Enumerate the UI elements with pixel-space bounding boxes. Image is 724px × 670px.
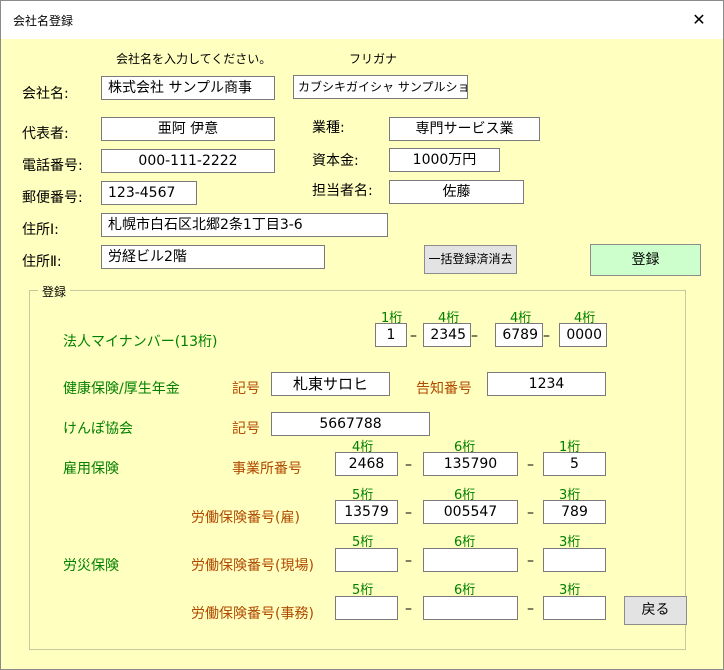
- mynumber-label: 法人マイナンバー(13桁): [63, 334, 218, 350]
- labor-employ-part-3[interactable]: 789: [543, 500, 606, 524]
- dash: –: [527, 457, 534, 473]
- address1-field[interactable]: 札幌市白石区北郷2条1丁目3-6: [101, 213, 388, 237]
- mynumber-part-2[interactable]: 2345: [423, 323, 471, 347]
- industry-field[interactable]: 専門サービス業: [389, 117, 540, 141]
- address1-label: 住所Ⅰ:: [22, 222, 59, 238]
- kenpo-label: けんぽ協会: [63, 421, 133, 437]
- office-labor-part-2[interactable]: [423, 596, 518, 620]
- dash: –: [527, 601, 534, 617]
- representative-field[interactable]: 亜阿 伊意: [101, 117, 275, 141]
- close-icon[interactable]: ✕: [685, 7, 713, 33]
- capital-field[interactable]: 1000万円: [389, 148, 500, 172]
- company-hint: 会社名を入力してください。: [116, 52, 272, 66]
- office-number-part-1[interactable]: 2468: [335, 452, 398, 476]
- address2-label: 住所Ⅱ:: [22, 254, 62, 270]
- company-label: 会社名:: [22, 86, 69, 102]
- dash: –: [405, 505, 412, 521]
- contact-field[interactable]: 佐藤: [389, 180, 524, 204]
- furigana-hint: フリガナ: [349, 52, 398, 66]
- phone-field[interactable]: 000-111-2222: [101, 149, 275, 173]
- title-bar: 会社名登録 ✕: [1, 1, 723, 39]
- industry-label: 業種:: [312, 120, 345, 136]
- labor-employ-label: 労働保険番号(雇): [191, 510, 300, 526]
- address2-field[interactable]: 労経ビル2階: [101, 245, 325, 269]
- register-button[interactable]: 登録: [590, 244, 701, 276]
- site-number-part-2[interactable]: [423, 548, 518, 572]
- company-name-field[interactable]: 株式会社 サンプル商事: [101, 76, 275, 100]
- employment-insurance-label: 雇用保険: [63, 461, 119, 477]
- health-insurance-label: 健康保険/厚生年金: [63, 381, 180, 397]
- site-number-part-3[interactable]: [543, 548, 606, 572]
- window-title: 会社名登録: [13, 14, 74, 28]
- labor-employ-part-2[interactable]: 005547: [423, 500, 518, 524]
- clear-all-button[interactable]: 一括登録済消去: [424, 245, 517, 274]
- health-symbol-field[interactable]: 札東サロヒ: [271, 372, 390, 396]
- office-labor-number-label: 労働保険番号(事務): [191, 606, 314, 622]
- kenpo-symbol-label: 記号: [232, 421, 260, 437]
- dash: –: [527, 505, 534, 521]
- health-symbol-label: 記号: [232, 381, 260, 397]
- dash: –: [527, 553, 534, 569]
- postal-field[interactable]: 123-4567: [101, 181, 197, 205]
- dash: –: [471, 328, 478, 344]
- dash: –: [405, 457, 412, 473]
- mynumber-part-4[interactable]: 0000: [559, 323, 607, 347]
- kenpo-symbol-field[interactable]: 5667788: [271, 412, 430, 436]
- capital-label: 資本金:: [312, 153, 359, 169]
- dash: –: [405, 553, 412, 569]
- labor-employ-part-1[interactable]: 13579: [335, 500, 398, 524]
- notice-number-label: 告知番号: [416, 381, 472, 397]
- notice-number-field[interactable]: 1234: [487, 372, 606, 396]
- furigana-field[interactable]: カブシキガイシャ サンプルショウジ: [293, 75, 468, 99]
- dash: –: [543, 328, 550, 344]
- mynumber-part-3[interactable]: 6789: [495, 323, 543, 347]
- contact-label: 担当者名:: [312, 183, 373, 199]
- office-number-label: 事業所番号: [232, 461, 302, 477]
- dash: –: [405, 601, 412, 617]
- mynumber-part-1[interactable]: 1: [375, 323, 407, 347]
- office-labor-part-1[interactable]: [335, 596, 398, 620]
- site-number-part-1[interactable]: [335, 548, 398, 572]
- site-number-label: 労働保険番号(現場): [191, 558, 314, 574]
- back-button[interactable]: 戻る: [624, 596, 687, 625]
- office-labor-part-3[interactable]: [543, 596, 606, 620]
- representative-label: 代表者:: [22, 126, 69, 142]
- office-number-part-3[interactable]: 5: [543, 452, 606, 476]
- workers-comp-label: 労災保険: [63, 558, 119, 574]
- postal-label: 郵便番号:: [22, 190, 83, 206]
- dash: –: [410, 328, 417, 344]
- office-number-part-2[interactable]: 135790: [423, 452, 518, 476]
- registration-frame-title: 登録: [38, 283, 71, 300]
- phone-label: 電話番号:: [22, 158, 83, 174]
